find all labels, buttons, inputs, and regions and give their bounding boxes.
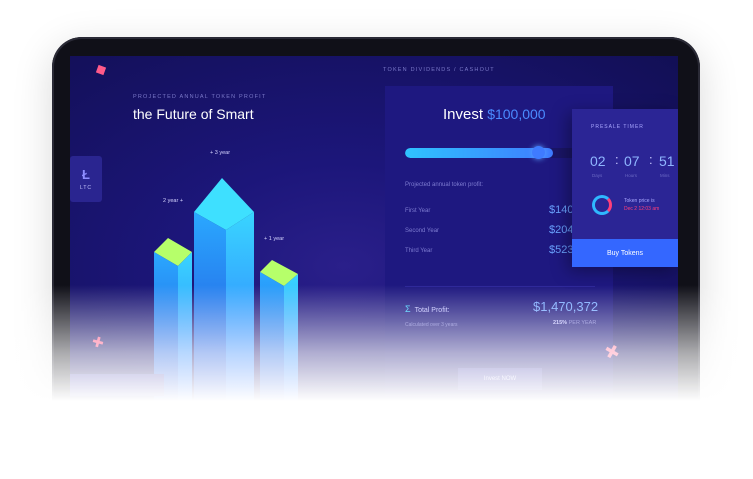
litecoin-icon: Ł xyxy=(82,167,90,182)
page-title: the Future of Smart xyxy=(133,106,254,122)
top-section-label: TOKEN DIVIDENDS / CASHOUT xyxy=(383,67,495,73)
year-row-value: $140 xyxy=(549,204,574,216)
bar-1yr-right xyxy=(284,274,298,406)
total-profit-value: $1,470,372 xyxy=(533,299,599,314)
year-row-value: $204 xyxy=(549,224,574,236)
total-profit-label: Σ Total Profit: xyxy=(405,304,450,314)
invest-slider-fill xyxy=(405,148,554,158)
percent-per-year: 215% PER YEAR xyxy=(553,320,597,326)
buy-tokens-button[interactable]: Buy Tokens xyxy=(572,239,678,267)
timer-unit-hours: Hours xyxy=(625,173,638,178)
timer-unit-days: Days xyxy=(592,173,603,178)
projected-label: PROJECTED ANNUAL TOKEN PROFIT xyxy=(133,94,267,100)
progress-ring-icon xyxy=(592,195,612,215)
timer-separator: : xyxy=(615,152,619,167)
year-row-value: $523 xyxy=(549,244,574,256)
confetti-square xyxy=(95,64,107,76)
divider xyxy=(405,286,595,287)
year-row-label: First Year xyxy=(405,208,431,214)
growth-bars-illustration xyxy=(154,178,298,406)
invest-label: Invest xyxy=(443,106,484,123)
presale-title: PRESALE TIMER xyxy=(591,124,644,130)
bar-3yr-left xyxy=(194,212,226,406)
timer-unit-mins: Mins xyxy=(660,173,670,178)
confetti-cross: ✚ xyxy=(90,332,106,352)
invest-slider-thumb[interactable] xyxy=(532,146,545,159)
app-screen: TOKEN DIVIDENDS / CASHOUT PROJECTED ANNU… xyxy=(70,56,678,406)
bar-1yr-left xyxy=(260,272,284,406)
bar-2yr-right xyxy=(178,252,192,406)
invest-slider-track[interactable] xyxy=(405,148,595,158)
total-subtext: Calculated over 3 years xyxy=(405,322,458,328)
sigma-icon: Σ xyxy=(405,304,411,314)
timer-separator: : xyxy=(649,152,653,167)
chart-label-1yr: + 1 year xyxy=(264,236,285,242)
year-row-label: Second Year xyxy=(405,228,440,234)
price-info: Token price is Dec 2 12:03 am xyxy=(624,198,660,212)
coin-ticker: LTC xyxy=(79,185,93,191)
timer-hours: 07 xyxy=(624,153,640,169)
invest-amount: $100,000 xyxy=(487,106,546,122)
left-action-button[interactable] xyxy=(70,374,164,396)
coin-card[interactable]: Ł LTC xyxy=(70,156,102,202)
projected-profit-label: Projected annual token profit: xyxy=(405,182,484,188)
invest-heading: Invest $100,000 xyxy=(443,106,546,123)
timer-mins: 51 xyxy=(659,153,675,169)
bar-3yr-right xyxy=(226,212,254,406)
chart-label-3yr: + 3 year xyxy=(210,150,231,156)
chart-label-2yr: 2 year + xyxy=(163,198,184,204)
year-row-label: Third Year xyxy=(405,248,433,254)
presale-timer-card: PRESALE TIMER 02 : 07 : 51 Days Hours Mi… xyxy=(572,109,678,267)
timer-days: 02 xyxy=(590,153,606,169)
invest-now-button[interactable]: Invest NOW xyxy=(458,368,542,390)
